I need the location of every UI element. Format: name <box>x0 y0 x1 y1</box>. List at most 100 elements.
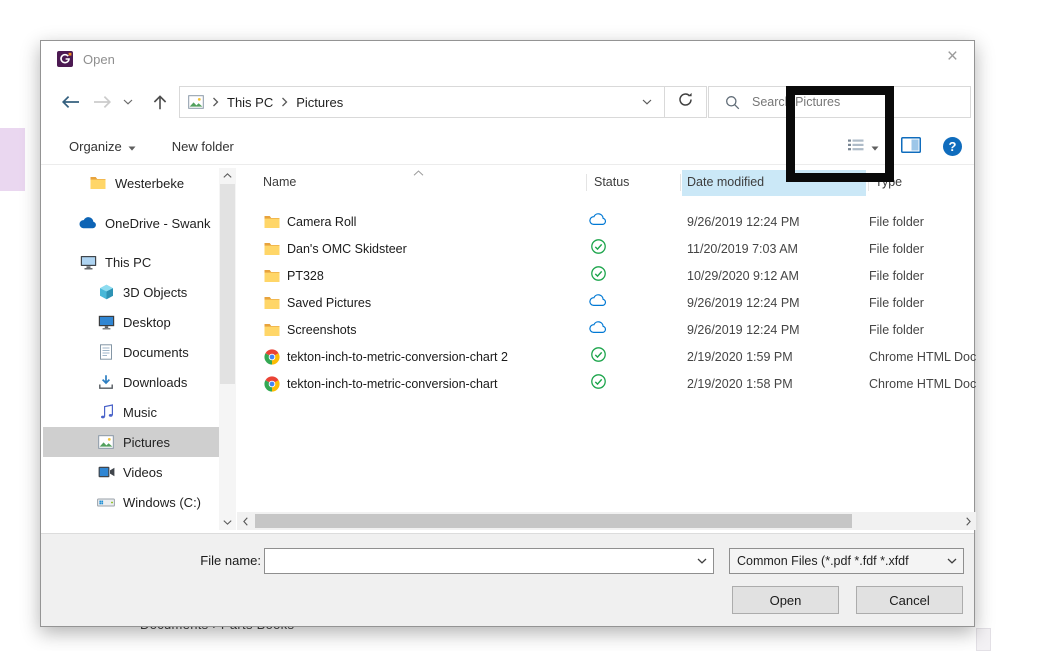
file-row[interactable]: tekton-inch-to-metric-conversion-chart 2/… <box>237 370 976 397</box>
dialog-title: Open <box>83 52 115 67</box>
up-icon[interactable] <box>147 89 173 115</box>
file-type: Chrome HTML Document <box>869 343 976 370</box>
file-type: Chrome HTML Document <box>869 370 976 397</box>
status-cloud-icon <box>589 294 607 312</box>
cloud-icon <box>79 217 97 229</box>
preview-pane-button[interactable] <box>901 137 921 156</box>
scroll-right-icon[interactable] <box>960 512 976 530</box>
doc-icon <box>97 344 115 360</box>
file-date-modified: 9/26/2019 12:24 PM <box>687 289 800 316</box>
file-date-modified: 10/29/2020 9:12 AM <box>687 262 799 289</box>
sidebar-item-label: Windows (C:) <box>123 495 201 510</box>
sidebar-item-onedrive-swank[interactable]: OneDrive - Swank <box>43 208 219 238</box>
sidebar-scroll-thumb[interactable] <box>220 184 235 384</box>
file-row[interactable]: PT32810/29/2020 9:12 AMFile folder <box>237 262 976 289</box>
column-divider <box>586 174 587 191</box>
status-synced-icon <box>591 239 606 259</box>
column-header-status[interactable]: Status <box>594 175 629 189</box>
folder-icon <box>263 215 280 229</box>
address-dropdown-icon[interactable] <box>642 99 652 105</box>
chrome-icon <box>263 349 280 365</box>
background-accent-strip <box>0 128 25 191</box>
file-name-combobox <box>264 548 714 574</box>
search-icon <box>725 95 740 110</box>
sidebar-item-label: Pictures <box>123 435 170 450</box>
preview-pane-icon <box>901 137 921 156</box>
drive-icon <box>97 496 115 509</box>
horizontal-scroll-thumb[interactable] <box>255 514 852 528</box>
sidebar-item-label: Music <box>123 405 157 420</box>
file-name: tekton-inch-to-metric-conversion-chart <box>287 377 498 391</box>
help-button[interactable]: ? <box>943 137 962 156</box>
file-row[interactable]: Saved Pictures9/26/2019 12:24 PMFile fol… <box>237 289 976 316</box>
file-name: Camera Roll <box>287 215 356 229</box>
dialog-footer: File name: Common Files (*.pdf *.fdf *.x… <box>41 533 974 626</box>
sidebar-item-music[interactable]: Music <box>43 397 219 427</box>
forward-icon[interactable] <box>89 89 115 115</box>
scroll-left-icon[interactable] <box>237 512 253 530</box>
sidebar-item-desktop[interactable]: Desktop <box>43 307 219 337</box>
organize-button[interactable]: Organize <box>69 139 136 154</box>
new-folder-button[interactable]: New folder <box>172 139 234 154</box>
titlebar[interactable]: Open × <box>41 41 974 77</box>
back-icon[interactable] <box>57 89 83 115</box>
sidebar-item-videos[interactable]: Videos <box>43 457 219 487</box>
file-date-modified: 9/26/2019 12:24 PM <box>687 316 800 343</box>
file-date-modified: 2/19/2020 1:58 PM <box>687 370 793 397</box>
file-name-dropdown-icon[interactable] <box>691 549 713 573</box>
refresh-button[interactable] <box>665 86 707 118</box>
status-cloud-icon <box>589 321 607 339</box>
recent-locations-chevron-icon[interactable] <box>121 89 135 115</box>
open-button[interactable]: Open <box>732 586 839 614</box>
sidebar-item-pictures[interactable]: Pictures <box>43 427 219 457</box>
scroll-down-icon[interactable] <box>219 515 236 530</box>
cancel-button[interactable]: Cancel <box>856 586 963 614</box>
sidebar-item-westerbeke[interactable]: Westerbeke <box>43 168 219 198</box>
sidebar-scrollbar[interactable] <box>219 168 236 530</box>
file-rows: Camera Roll9/26/2019 12:24 PMFile folder… <box>237 208 976 397</box>
sidebar-item-windows-c[interactable]: Windows (C:) <box>43 487 219 517</box>
file-type-value: Common Files (*.pdf *.fdf *.xfdf <box>737 554 941 568</box>
file-name: Screenshots <box>287 323 356 337</box>
status-cloud-icon <box>589 213 607 231</box>
file-date-modified: 2/19/2020 1:59 PM <box>687 343 793 370</box>
file-row[interactable]: tekton-inch-to-metric-conversion-chart 2… <box>237 343 976 370</box>
sidebar-item-documents[interactable]: Documents <box>43 337 219 367</box>
file-type: File folder <box>869 316 924 343</box>
background-scrollbar <box>976 628 991 651</box>
folder-icon <box>263 269 280 283</box>
horizontal-scrollbar[interactable] <box>237 512 976 530</box>
file-type: File folder <box>869 208 924 235</box>
pc-icon <box>79 255 97 270</box>
column-header-date-modified[interactable]: Date modified <box>687 175 764 189</box>
file-name-label: File name: <box>181 553 261 568</box>
file-type-select[interactable]: Common Files (*.pdf *.fdf *.xfdf <box>729 548 964 574</box>
file-name: tekton-inch-to-metric-conversion-chart 2 <box>287 350 508 364</box>
sidebar-item-label: Desktop <box>123 315 171 330</box>
chevron-right-icon <box>212 97 219 107</box>
column-header-name[interactable]: Name <box>263 175 296 189</box>
breadcrumb-this-pc[interactable]: This PC <box>227 95 273 110</box>
sidebar-item-3d-objects[interactable]: 3D Objects <box>43 277 219 307</box>
folder-icon <box>89 176 107 190</box>
caret-down-icon <box>128 139 136 154</box>
breadcrumb-pictures[interactable]: Pictures <box>296 95 343 110</box>
music-icon <box>97 404 115 420</box>
sidebar-item-downloads[interactable]: Downloads <box>43 367 219 397</box>
file-date-modified: 11/20/2019 7:03 AM <box>687 235 798 262</box>
location-pictures-icon <box>188 95 204 109</box>
refresh-icon <box>678 92 693 112</box>
scroll-up-icon[interactable] <box>219 168 236 183</box>
file-row[interactable]: Dan's OMC Skidsteer11/20/2019 7:03 AMFil… <box>237 235 976 262</box>
close-icon[interactable]: × <box>947 47 958 66</box>
sidebar-item-this-pc[interactable]: This PC <box>43 247 219 277</box>
address-bar[interactable]: This PC Pictures <box>179 86 665 118</box>
column-divider <box>680 174 681 191</box>
file-row[interactable]: Camera Roll9/26/2019 12:24 PMFile folder <box>237 208 976 235</box>
file-name-input[interactable] <box>265 549 691 573</box>
status-synced-icon <box>591 347 606 367</box>
file-row[interactable]: Screenshots 9/26/2019 12:24 PM File folder <box>237 316 976 343</box>
download-icon <box>97 374 115 390</box>
chrome-icon <box>263 376 280 392</box>
file-name: PT328 <box>287 269 324 283</box>
